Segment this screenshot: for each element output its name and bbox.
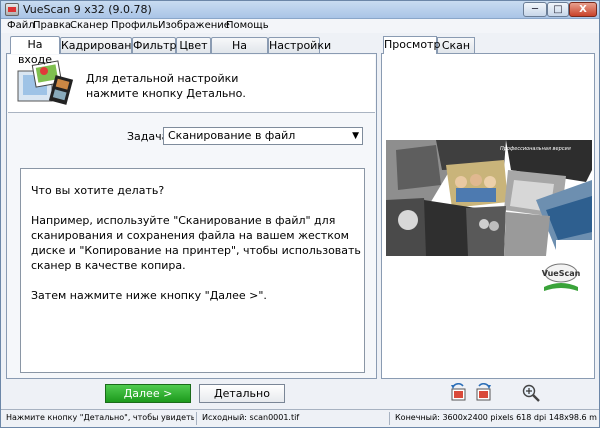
zoom-icon[interactable] <box>521 383 541 403</box>
preview-collage-image <box>386 140 592 256</box>
minimize-button[interactable]: ─ <box>523 2 547 17</box>
action-bar: Далее > Детально <box>6 381 377 407</box>
task-select[interactable]: Сканирование в файл ▼ <box>163 127 363 145</box>
tab-crop[interactable]: Кадрирование <box>60 37 145 54</box>
status-separator <box>196 412 197 425</box>
title-bar: VueScan 9 x32 (9.0.78) ─ □ X <box>1 1 599 19</box>
status-output: Конечный: 3600x2400 pixels 618 dpi 148x9… <box>395 413 597 422</box>
status-bar: Нажмите кнопку "Детально", чтобы увидеть… <box>1 409 599 427</box>
status-separator <box>389 412 390 425</box>
tab-output[interactable]: На выходе <box>211 37 268 67</box>
rotate-right-icon[interactable] <box>473 383 493 403</box>
app-window: VueScan 9 x32 (9.0.78) ─ □ X Файл Правка… <box>0 0 600 428</box>
tab-preview[interactable]: Просмотр <box>383 36 440 54</box>
detail-button[interactable]: Детально <box>199 384 285 403</box>
info-question: Что вы хотите делать? <box>31 184 165 197</box>
tab-prefs[interactable]: Настройки <box>268 37 331 54</box>
tab-filter[interactable]: Фильтр <box>132 37 177 54</box>
close-button[interactable]: X <box>569 2 597 17</box>
menu-file[interactable]: Файл <box>7 20 35 31</box>
menu-scanner[interactable]: Сканер <box>70 20 108 31</box>
input-tab-page: Для детальной настройки нажмите кнопку Д… <box>6 53 377 379</box>
task-value: Сканирование в файл <box>168 129 296 142</box>
svg-text:VueScan: VueScan <box>542 269 581 278</box>
menu-bar: Файл Правка Сканер Профиль Изображение П… <box>1 19 599 33</box>
info-next-step: Затем нажмите ниже кнопку "Далее >". <box>31 289 267 302</box>
maximize-button[interactable]: □ <box>547 2 569 17</box>
window-title: VueScan 9 x32 (9.0.78) <box>23 3 152 16</box>
menu-help[interactable]: Помощь <box>226 20 269 31</box>
chevron-down-icon: ▼ <box>352 131 359 141</box>
rotate-left-icon[interactable] <box>449 383 469 403</box>
hint-text: Для детальной настройки нажмите кнопку Д… <box>86 71 246 101</box>
menu-edit[interactable]: Правка <box>33 20 71 31</box>
info-example: Например, используйте "Сканирование в фа… <box>31 214 361 272</box>
preview-area: Профессиональная версия VueScan <box>381 53 595 379</box>
pro-version-label: Профессиональная версия <box>500 146 571 152</box>
tab-scan[interactable]: Скан <box>437 37 475 54</box>
preview-tools <box>445 381 545 405</box>
info-text-box: Что вы хотите делать? Например, использу… <box>20 168 365 373</box>
app-icon <box>5 3 19 16</box>
menu-profile[interactable]: Профиль <box>111 20 158 31</box>
vuescan-logo: VueScan <box>542 263 581 291</box>
status-hint: Нажмите кнопку "Детально", чтобы увидеть… <box>6 413 194 422</box>
menu-image[interactable]: Изображение <box>158 20 230 31</box>
hint-area: Для детальной настройки нажмите кнопку Д… <box>8 55 375 113</box>
tab-color[interactable]: Цвет <box>176 37 211 54</box>
next-button[interactable]: Далее > <box>105 384 191 403</box>
hint-line-2: нажмите кнопку Детально. <box>86 87 246 100</box>
hint-line-1: Для детальной настройки <box>86 72 239 85</box>
tab-input[interactable]: На входе <box>10 36 60 66</box>
status-source: Исходный: scan0001.tif <box>202 413 300 422</box>
